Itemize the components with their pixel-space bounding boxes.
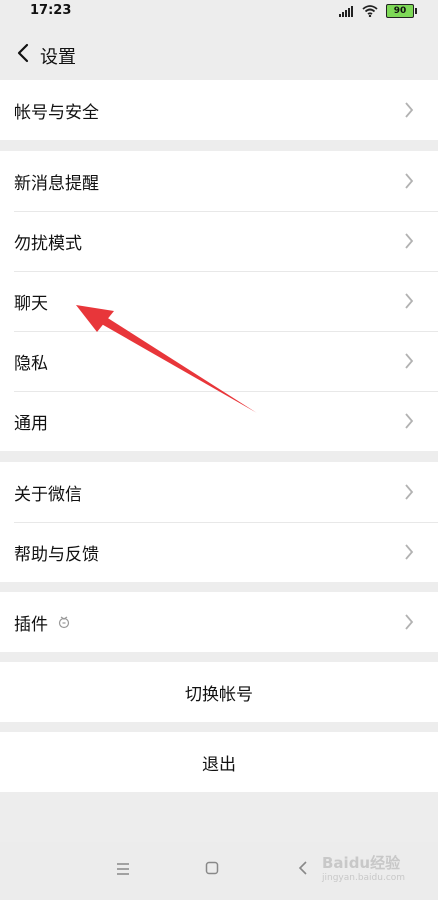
baidu-watermark: Baidu经验 jingyan.baidu.com [322, 852, 405, 883]
back-nav-icon[interactable] [298, 860, 308, 879]
watermark-url: jingyan.baidu.com [322, 873, 406, 883]
annotation-arrow [76, 305, 257, 413]
home-icon[interactable] [205, 860, 219, 879]
menu-icon[interactable] [116, 860, 130, 879]
watermark-brand: Baidu经验 [322, 854, 401, 872]
